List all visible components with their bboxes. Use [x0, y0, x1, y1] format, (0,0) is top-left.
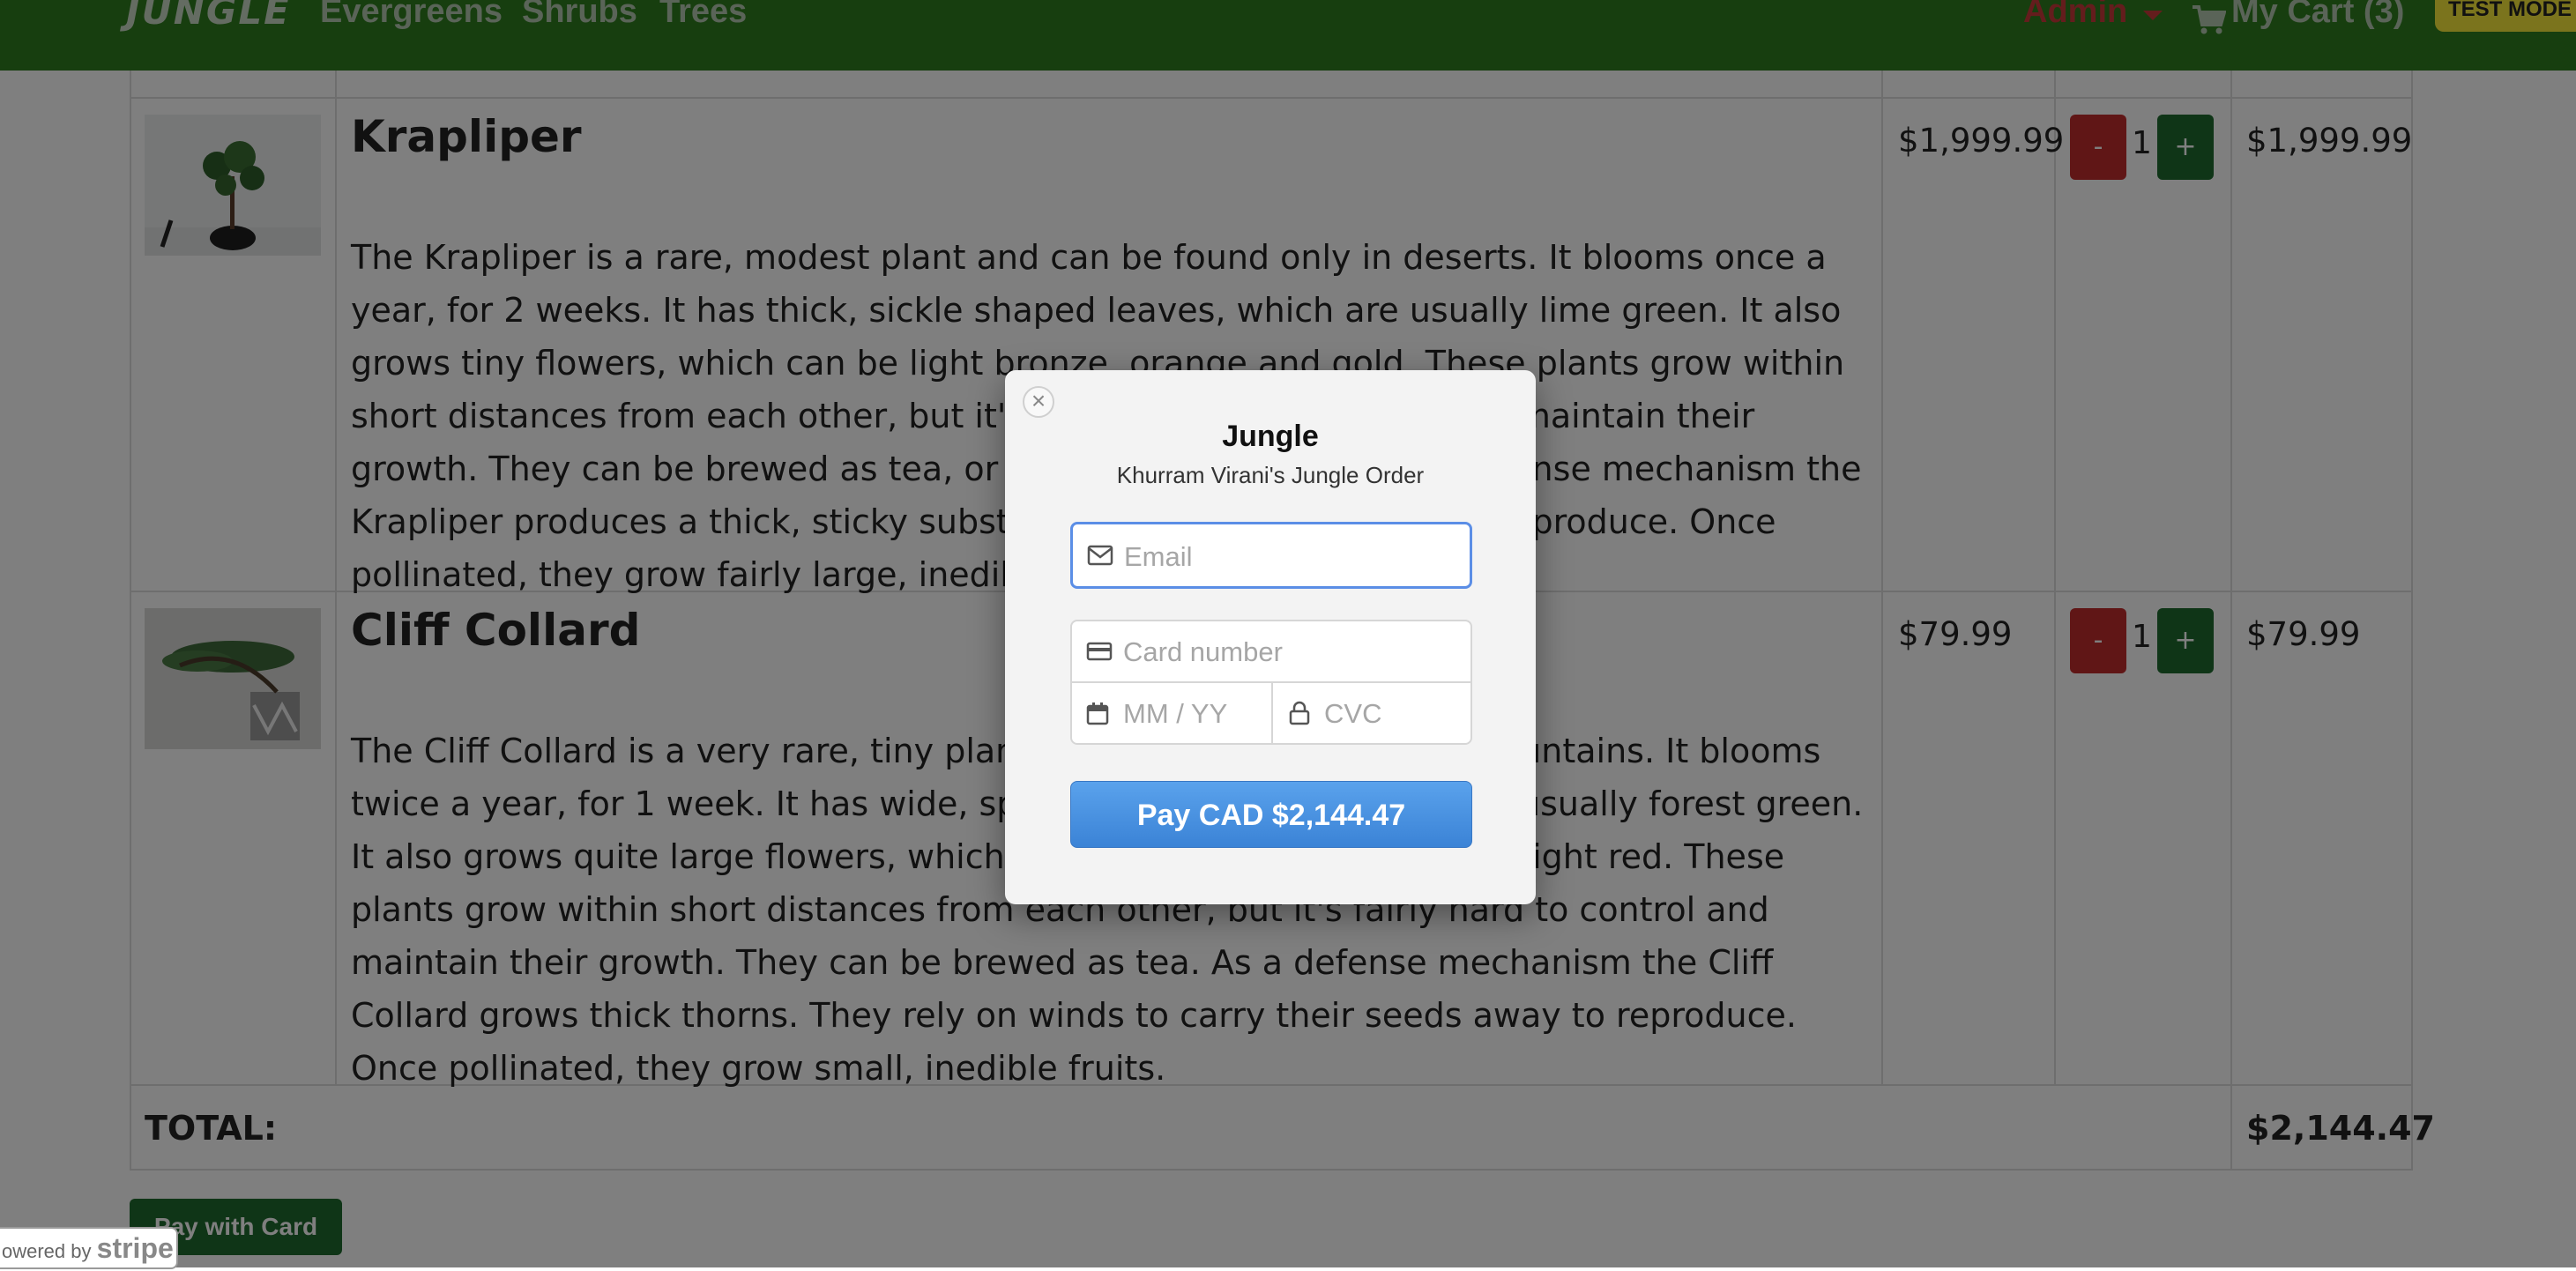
powered-by-stripe-badge[interactable]: owered by stripe — [0, 1227, 178, 1269]
close-button[interactable]: × — [1023, 386, 1054, 418]
cvc-field[interactable] — [1271, 681, 1472, 745]
checkout-modal: × Jungle Khurram Virani's Jungle Order E… — [1005, 370, 1536, 904]
card-number-field[interactable] — [1070, 620, 1472, 683]
lock-icon — [1289, 701, 1310, 725]
expiry-field[interactable] — [1070, 681, 1273, 745]
checkout-subtitle: Khurram Virani's Jungle Order — [1116, 462, 1425, 488]
envelope-icon — [1087, 545, 1113, 566]
pay-button[interactable]: Pay CAD $2,144.47 — [1070, 781, 1472, 848]
checkout-title: Jungle — [1222, 420, 1319, 453]
card-number-input[interactable] — [1121, 632, 1460, 673]
email-input[interactable] — [1122, 537, 1461, 577]
calendar-icon — [1086, 702, 1109, 725]
powered-by-label: owered by — [2, 1240, 92, 1262]
credit-card-icon — [1086, 642, 1113, 661]
expiry-input[interactable] — [1121, 694, 1266, 734]
cvc-input[interactable] — [1322, 694, 1458, 734]
stripe-logo: stripe — [96, 1232, 174, 1264]
email-field[interactable] — [1070, 522, 1472, 589]
